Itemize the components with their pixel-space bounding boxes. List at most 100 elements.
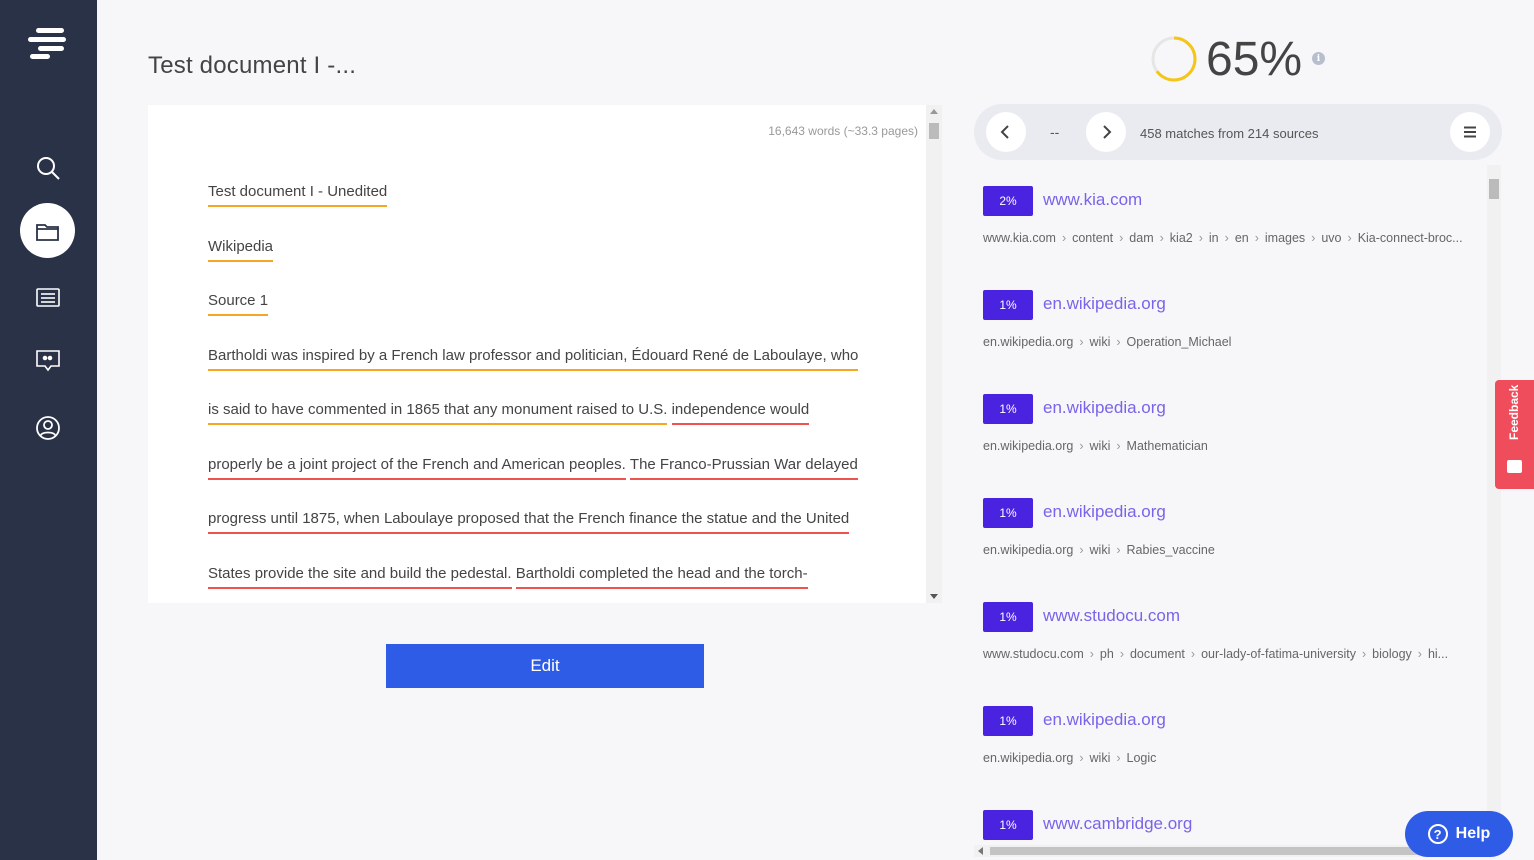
match-percent-badge: 1% [983,290,1033,320]
app-logo[interactable] [28,28,66,60]
document-line: progress until 1875, when Laboulaye prop… [208,510,888,565]
feedback-tab[interactable]: Feedback [1495,380,1534,489]
matched-segment-minor[interactable]: Source 1 [208,292,269,316]
user-icon [35,415,60,440]
question-icon: ? [1427,824,1448,844]
path-segment: Operation_Michael [1126,335,1232,349]
scroll-thumb[interactable] [929,123,939,139]
path-separator-icon: › [1079,335,1084,349]
scroll-left-arrow[interactable] [978,847,983,855]
scroll-up-arrow[interactable] [930,109,938,114]
source-path: en.wikipedia.org › wiki › Mathematician [983,439,1475,453]
path-separator-icon: › [1079,439,1084,453]
matched-segment-minor[interactable]: Bartholdi was inspired by a French law p… [208,347,859,371]
sidebar [0,0,97,860]
path-segment: our-lady-of-fatima-university [1201,647,1356,661]
matched-segment-identical[interactable]: progress until 1875, when Laboulaye prop… [208,510,850,534]
feedback-label: Feedback [1507,384,1521,440]
scroll-down-arrow[interactable] [930,594,938,599]
quote-bubble-icon [35,349,60,371]
source-path: www.kia.com › content › dam › kia2 › in › en › image… [983,231,1475,245]
matched-segment-identical[interactable]: The Franco-Prussian War delayed [629,456,858,480]
path-segment: wiki [1089,439,1111,453]
path-segment: hi... [1427,647,1449,661]
document-text: Test document I - Unedited Wikipedia Sourc… [208,183,888,603]
document-line: is said to have commented in 1865 that a… [208,401,888,456]
path-segment: Mathematician [1126,439,1208,453]
source-domain-link[interactable]: en.wikipedia.org [1043,398,1166,418]
nav-search[interactable] [20,140,75,195]
path-segment: en.wikipedia.org [983,751,1074,765]
path-segment: Rabies_vaccine [1126,543,1215,557]
nav-documents[interactable] [20,203,75,258]
path-segment: www.kia.com [983,231,1056,245]
matched-segment-minor[interactable]: Test document I - Unedited [208,183,388,207]
menu-button[interactable] [1450,112,1490,152]
nav-feedback[interactable] [20,333,75,388]
path-separator-icon: › [1079,543,1084,557]
source-domain-link[interactable]: www.studocu.com [1043,606,1180,626]
sources-list: 2% www.kia.com www.kia.com › content › dam › kia… [974,165,1488,845]
word-count: 16,643 words (~33.3 pages) [768,124,918,138]
help-button[interactable]: ? Help [1405,811,1513,857]
path-segment: kia2 [1169,231,1193,245]
path-separator-icon: › [1061,231,1067,245]
source-path: en.wikipedia.org › wiki › Rabies_vaccine [983,543,1475,557]
nav-account[interactable] [20,400,75,455]
source-domain-link[interactable]: en.wikipedia.org [1043,502,1166,522]
menu-icon [1464,126,1476,138]
path-segment: dam [1129,231,1154,245]
path-segment: document [1129,647,1185,661]
path-segment: www.studocu.com [983,647,1084,661]
path-separator-icon: › [1190,647,1196,661]
document-line: Wikipedia [208,238,888,293]
sources-hscroll-thumb[interactable] [990,847,1460,855]
path-separator-icon: › [1311,231,1316,245]
path-separator-icon: › [1198,231,1203,245]
help-label: Help [1455,825,1491,842]
smile-icon [1507,460,1522,473]
match-percent-badge: 1% [983,810,1033,840]
edit-button[interactable]: Edit [386,644,704,688]
source-path: en.wikipedia.org › wiki › Logic [983,751,1475,765]
match-cursor: -- [1050,124,1060,140]
path-separator-icon: › [1159,231,1164,245]
nav-reports[interactable] [20,270,75,325]
search-icon [36,156,60,180]
path-separator-icon: › [1116,751,1121,765]
matched-segment-identical[interactable]: States provide the site and build the pe… [208,565,512,589]
path-separator-icon: › [1224,231,1229,245]
matched-segment-identical[interactable]: independence would [671,401,810,425]
path-segment: images [1264,231,1306,245]
path-separator-icon: › [1417,647,1422,661]
matched-segment-identical[interactable]: properly be a joint project of the Frenc… [208,456,626,480]
matched-segment-identical[interactable]: Bartholdi completed the head and the tor… [515,565,808,589]
path-segment: in [1208,231,1219,245]
path-segment: Kia-connect-broc... [1357,231,1463,245]
path-separator-icon: › [1116,335,1121,349]
chevron-left-icon [1000,125,1009,139]
match-percent-badge: 1% [983,394,1033,424]
similarity-score: 65% [1206,33,1303,86]
source-domain-link[interactable]: www.kia.com [1043,190,1142,210]
path-segment: wiki [1089,335,1111,349]
document-scrollbar[interactable] [926,105,942,603]
matched-segment-minor[interactable]: Wikipedia [208,238,274,262]
source-path: en.wikipedia.org › wiki › Operation_Michael [983,335,1475,349]
matches-summary: 458 matches from 214 sources [1140,126,1319,141]
info-icon[interactable]: i [1312,52,1325,65]
source-domain-link[interactable]: en.wikipedia.org [1043,294,1166,314]
path-segment: wiki [1089,751,1111,765]
prev-match-button[interactable] [986,112,1026,152]
path-separator-icon: › [1079,751,1084,765]
source-domain-link[interactable]: www.cambridge.org [1043,814,1192,834]
match-percent-badge: 1% [983,706,1033,736]
match-percent-badge: 1% [983,498,1033,528]
source-domain-link[interactable]: en.wikipedia.org [1043,710,1166,730]
document-viewer[interactable]: 16,643 words (~33.3 pages) Test document… [148,105,942,603]
next-match-button[interactable] [1086,112,1126,152]
sources-scroll-thumb[interactable] [1489,179,1499,199]
sources-scrollbar[interactable] [1487,165,1501,845]
matched-segment-minor[interactable]: is said to have commented in 1865 that a… [208,401,668,425]
path-segment: content [1072,231,1114,245]
